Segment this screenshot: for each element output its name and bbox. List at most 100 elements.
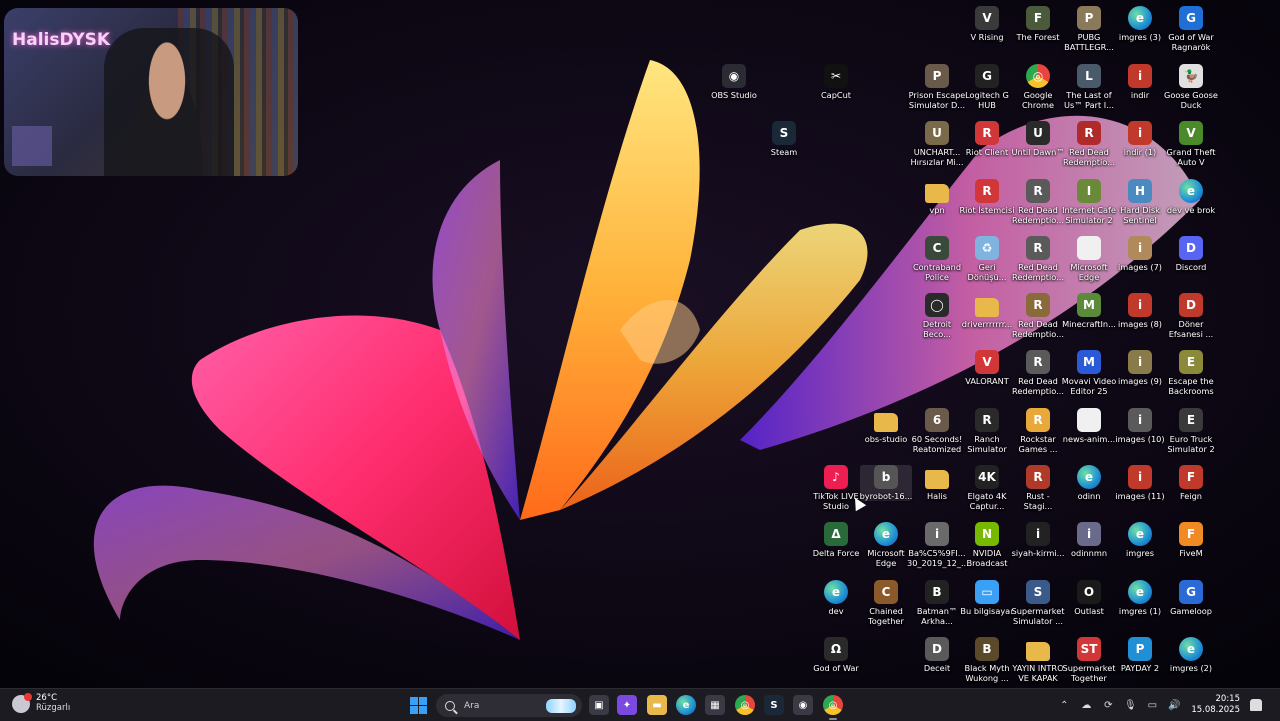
desktop-icon[interactable]: i images (9) — [1114, 350, 1166, 386]
desktop-icon[interactable]: C Chained Together — [860, 580, 912, 626]
desktop-icon[interactable]: M MinecraftIn... — [1062, 293, 1116, 329]
sync-icon[interactable]: ⟳ — [1101, 698, 1115, 712]
desktop-icon[interactable]: Δ Delta Force — [810, 522, 862, 558]
weather-widget[interactable]: 26°C Rüzgarlı — [12, 692, 70, 714]
microsoft-store-icon[interactable]: ▦ — [705, 695, 725, 715]
desktop-icon[interactable]: Ω God of War — [810, 637, 862, 673]
desktop-icon[interactable]: B Batman™ Arkha... — [911, 580, 963, 626]
desktop-icon[interactable]: R Red Dead Redemptio... — [1063, 121, 1115, 167]
chrome-active-icon[interactable]: ◎ — [823, 695, 843, 720]
network-icon[interactable]: ▭ — [1145, 698, 1159, 712]
desktop-icon[interactable]: V VALORANT — [961, 350, 1013, 386]
desktop-icon[interactable]: YAYIN INTRO VE KAPAK — [1012, 637, 1064, 683]
file-explorer-icon[interactable]: ▬ — [647, 695, 667, 715]
desktop-icon[interactable]: E Escape the Backrooms — [1165, 350, 1217, 396]
desktop-icon[interactable]: D Deceit — [911, 637, 963, 673]
desktop-icon[interactable]: R Rust - Stagi... — [1012, 465, 1064, 511]
desktop-icon[interactable]: P Prison Escape Simulator D... — [909, 64, 965, 110]
desktop-icon[interactable]: Halis — [911, 465, 963, 501]
desktop-icon[interactable]: P PUBG BATTLEGR... — [1063, 6, 1115, 52]
desktop-icon[interactable]: i images (10) — [1114, 408, 1166, 444]
desktop-icon[interactable]: i indir — [1114, 64, 1166, 100]
desktop-icon[interactable]: D Döner Efsanesi ... — [1165, 293, 1217, 339]
desktop-icon[interactable]: i images (11) — [1114, 465, 1166, 501]
desktop-icon[interactable]: e imgres (1) — [1114, 580, 1166, 616]
desktop-icon[interactable]: ST Supermarket Together — [1063, 637, 1115, 683]
taskbar-search-box[interactable]: Ara — [436, 694, 582, 717]
desktop-icon[interactable]: VV Rising — [961, 6, 1013, 42]
desktop-icon[interactable]: R Ranch Simulator — [961, 408, 1013, 454]
desktop-icon[interactable]: F Feign — [1165, 465, 1217, 501]
desktop-icon[interactable]: ▭ Bu bilgisayar — [960, 580, 1014, 616]
desktop-icon[interactable]: e dev — [810, 580, 862, 616]
desktop-icon[interactable]: Microsoft Edge — [1063, 236, 1115, 282]
chrome-icon[interactable]: ◎ — [735, 695, 755, 715]
desktop-icon[interactable]: U UNCHART... Hırsızlar Mi... — [910, 121, 964, 167]
desktop-icon[interactable]: vpn — [911, 179, 963, 215]
desktop-icon[interactable]: O Outlast — [1063, 580, 1115, 616]
desktop-icon[interactable]: e imgres (2) — [1165, 637, 1217, 673]
steam-icon[interactable]: S — [764, 695, 784, 715]
desktop-icon[interactable]: i Ba%C5%9FI... 30_2019_12_... — [907, 522, 969, 568]
desktop-icon[interactable]: P PAYDAY 2 — [1114, 637, 1166, 673]
desktop-icon[interactable]: R Rockstar Games ... — [1012, 408, 1064, 454]
desktop-icon[interactable]: R Red Dead Redemptio... — [1012, 350, 1064, 396]
desktop-icon[interactable]: G Logitech G HUB — [961, 64, 1013, 110]
desktop-icon[interactable]: U Until Dawn™ — [1012, 121, 1064, 157]
desktop-icon[interactable]: R Red Dead Redemptio... — [1012, 179, 1064, 225]
desktop-icon[interactable]: news-anim... — [1063, 408, 1115, 444]
desktop-icon[interactable]: e Microsoft Edge — [860, 522, 912, 568]
desktop-icon[interactable]: obs-studio — [860, 408, 912, 444]
desktop-icon[interactable]: ◯ Detroit Beco... — [911, 293, 963, 339]
desktop-icon[interactable]: e odinn — [1063, 465, 1115, 501]
desktop-icon[interactable]: D Discord — [1165, 236, 1217, 272]
desktop-icon[interactable]: C Contraband Police — [911, 236, 963, 282]
notification-bell-icon[interactable] — [1250, 699, 1262, 711]
desktop-icon[interactable]: ✂ CapCut — [810, 64, 862, 100]
desktop-icon[interactable]: i odinnmn — [1063, 522, 1115, 558]
desktop-icon[interactable]: M Movavi Video Editor 25 — [1062, 350, 1116, 396]
desktop-icon[interactable]: V Grand Theft Auto V — [1165, 121, 1217, 167]
clock[interactable]: 20:15 15.08.2025 — [1191, 694, 1240, 716]
desktop-icon[interactable]: 🦆 Goose Goose Duck — [1164, 64, 1218, 110]
desktop-icon[interactable]: R Red Dead Redemptio... — [1012, 236, 1064, 282]
microphone-icon[interactable]: 🎙 — [1123, 698, 1137, 712]
desktop-icon[interactable]: driverrrrrrr... — [961, 293, 1013, 329]
desktop-icon[interactable]: 4K Elgato 4K Captur... — [961, 465, 1013, 511]
desktop-icon[interactable]: I Internet Cafe Simulator 2 — [1062, 179, 1116, 225]
desktop-icon[interactable]: S Supermarket Simulator ... — [1012, 580, 1064, 626]
desktop-icon[interactable]: e dev ve brok — [1165, 179, 1217, 215]
desktop-icon[interactable]: ◎ Google Chrome — [1012, 64, 1064, 110]
obs-icon[interactable]: ◉ — [793, 695, 813, 715]
desktop-icon[interactable]: F FiveM — [1165, 522, 1217, 558]
desktop-icon[interactable]: i images (7) — [1114, 236, 1166, 272]
desktop-icon[interactable]: G God of War Ragnarök — [1165, 6, 1217, 52]
desktop-icon[interactable]: N NVIDIA Broadcast — [961, 522, 1013, 568]
copilot-icon[interactable]: ✦ — [617, 695, 637, 715]
edge-icon[interactable]: e — [676, 695, 696, 715]
desktop-icon[interactable]: R Riot İstemcisi — [959, 179, 1015, 215]
desktop-icon[interactable]: ♻ Geri Dönüşü... — [961, 236, 1013, 282]
desktop-icon[interactable]: R Red Dead Redemptio... — [1012, 293, 1064, 339]
desktop-icon[interactable]: e imgres (3) — [1114, 6, 1166, 42]
task-view-icon[interactable]: ▣ — [589, 695, 609, 715]
desktop-icon[interactable]: i siyah-kirmi... — [1012, 522, 1064, 558]
desktop-icon[interactable]: e imgres — [1114, 522, 1166, 558]
desktop-icon[interactable]: i images (8) — [1114, 293, 1166, 329]
desktop-icon[interactable]: b byrobot-16... — [860, 465, 912, 501]
desktop-icon[interactable]: R Riot Client — [961, 121, 1013, 157]
desktop-icon[interactable]: G Gameloop — [1165, 580, 1217, 616]
desktop-icon[interactable]: H Hard Disk Sentinel — [1114, 179, 1166, 225]
desktop-icon[interactable]: ◉ OBS Studio — [708, 64, 760, 100]
desktop-icon[interactable]: S Steam — [758, 121, 810, 157]
desktop-icon[interactable]: i indir (1) — [1114, 121, 1166, 157]
desktop-icon[interactable]: L The Last of Us™ Part I... — [1063, 64, 1115, 110]
start-button[interactable] — [410, 697, 427, 714]
chevron-up-icon[interactable]: ⌃ — [1057, 698, 1071, 712]
cloud-icon[interactable]: ☁ — [1079, 698, 1093, 712]
desktop-icon[interactable]: E Euro Truck Simulator 2 — [1165, 408, 1217, 454]
volume-icon[interactable]: 🔊 — [1167, 698, 1181, 712]
desktop-icon[interactable]: B Black Myth Wukong ... — [961, 637, 1013, 683]
desktop-icon[interactable]: 6 60 Seconds! Reatomized — [911, 408, 963, 454]
desktop-icon[interactable]: F The Forest — [1012, 6, 1064, 42]
